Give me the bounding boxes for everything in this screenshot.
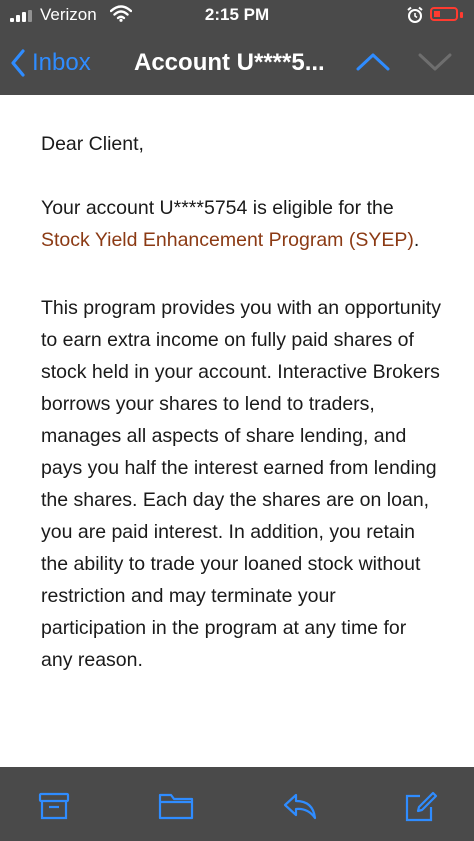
back-button-label: Inbox [32, 49, 91, 76]
battery-icon [430, 7, 458, 21]
top-bar: Verizon 2:15 PM Inbox Account U****5... [0, 0, 474, 95]
previous-message-button[interactable] [356, 52, 390, 77]
reply-icon [283, 793, 317, 820]
chevron-down-icon [418, 53, 452, 71]
folder-icon [158, 793, 194, 820]
next-message-button[interactable] [418, 52, 452, 77]
syep-link[interactable]: Stock Yield Enhancement Program (SYEP) [41, 229, 414, 251]
email-paragraph-program: This program provides you with an opport… [41, 297, 441, 671]
eligibility-period: . [413, 229, 420, 251]
eligibility-text: Your account U****5754 is eligible for t… [41, 197, 394, 219]
compose-button[interactable] [404, 791, 438, 828]
archive-icon [38, 792, 70, 820]
nav-bar: Inbox Account U****5... [0, 30, 474, 95]
email-body: Dear Client, Your account U****5754 is e… [41, 128, 441, 676]
status-bar: Verizon 2:15 PM [0, 0, 474, 30]
chevron-up-icon [356, 53, 390, 71]
alarm-icon [406, 6, 424, 29]
back-button[interactable]: Inbox [10, 48, 91, 78]
bottom-toolbar [0, 767, 474, 841]
reply-button[interactable] [282, 791, 318, 826]
chevron-left-icon [11, 49, 25, 77]
battery-nub [460, 12, 463, 18]
compose-icon [405, 791, 438, 822]
page-title: Account U****5... [134, 49, 325, 76]
email-greeting: Dear Client, [41, 133, 144, 155]
archive-button[interactable] [38, 791, 70, 826]
clock: 2:15 PM [204, 5, 270, 24]
move-to-folder-button[interactable] [158, 791, 194, 826]
email-paragraph-eligibility: Your account U****5754 is eligible for t… [41, 192, 441, 256]
